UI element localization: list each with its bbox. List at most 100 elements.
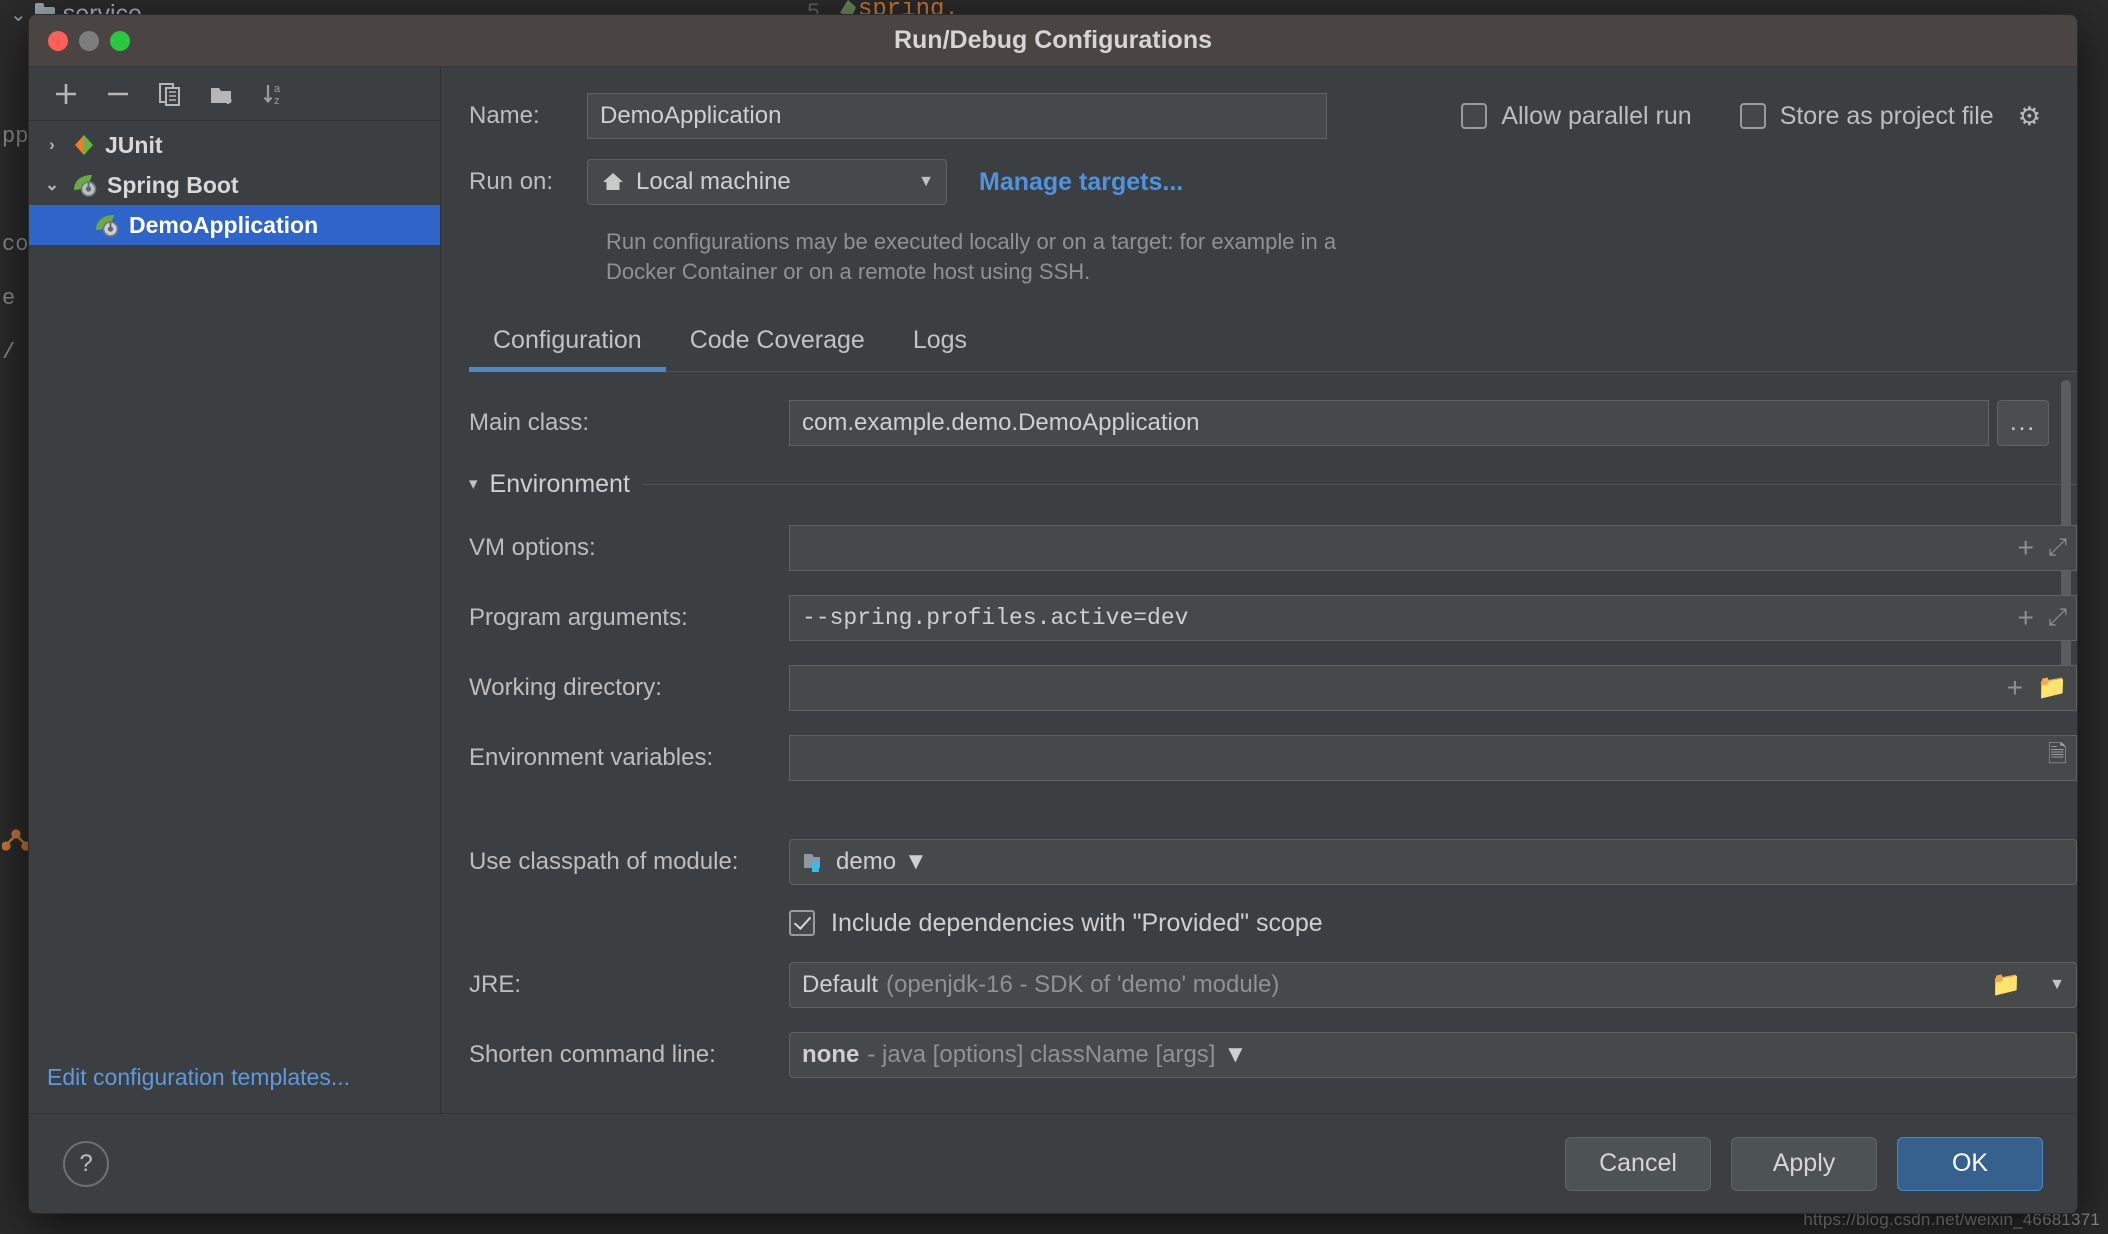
vm-options-label: VM options: [469, 533, 596, 561]
form-spacer [441, 805, 2077, 839]
new-folder-button[interactable] [199, 74, 245, 114]
chevron-right-icon[interactable]: › [41, 135, 63, 155]
program-arguments-label: Program arguments: [469, 603, 688, 631]
vm-options-input[interactable] [789, 524, 2077, 571]
main-class-browse-button[interactable]: ... [1997, 399, 2049, 446]
tab-configuration[interactable]: Configuration [469, 318, 666, 372]
expand-editor-icon[interactable]: ⤢ [2048, 534, 2067, 562]
edit-variables-icon[interactable]: 🗎 [2048, 737, 2067, 778]
tree-item-label: Spring Boot [107, 171, 239, 198]
configurations-panel: a z › JUnit ⌄ Spring Boot DemoApplicatio… [29, 67, 441, 1113]
environment-section-header[interactable]: ▾ Environment [441, 470, 2077, 499]
dialog-footer: ? Cancel Apply OK [29, 1113, 2077, 1213]
window-controls [29, 30, 130, 51]
left-panel-footer: Edit configuration templates... [29, 1048, 440, 1113]
run-on-row: Run on: Local machine ▼ Manage targets..… [441, 159, 2077, 205]
add-configuration-button[interactable] [43, 74, 89, 114]
spring-boot-icon [71, 171, 99, 199]
use-classpath-combo[interactable]: demo ▼ [789, 838, 2077, 885]
checkbox-box [1739, 103, 1766, 129]
ok-button[interactable]: OK [1897, 1136, 2043, 1191]
jre-combo[interactable]: Default (openjdk-16 - SDK of 'demo' modu… [789, 961, 2077, 1008]
run-on-combo[interactable]: Local machine ▼ [587, 159, 947, 205]
name-input[interactable]: DemoApplication [587, 93, 1327, 139]
tree-item-spring-boot[interactable]: ⌄ Spring Boot [29, 165, 440, 205]
working-directory-input[interactable] [789, 664, 2077, 711]
minimize-window-button[interactable] [79, 30, 99, 51]
sort-configurations-button[interactable]: a z [251, 74, 297, 114]
tree-item-label: JUnit [105, 131, 163, 158]
environment-variables-input[interactable] [789, 734, 2077, 781]
expand-editor-icon[interactable]: ⤢ [2048, 604, 2067, 632]
dialog-title: Run/Debug Configurations [893, 26, 1213, 54]
run-debug-configurations-dialog: Run/Debug Configurations a z › JUnit ⌄ S… [28, 14, 2078, 1214]
browse-folder-icon[interactable]: 📁 [2037, 673, 2067, 702]
chevron-down-icon: ⌄ [10, 4, 27, 26]
shorten-command-line-combo[interactable]: none - java [options] className [args] ▼ [789, 1031, 2077, 1078]
configuration-tabs: Configuration Code Coverage Logs [469, 318, 2077, 372]
use-classpath-row: Use classpath of module: demo ▼ [441, 838, 2077, 885]
main-class-row: Main class: com.example.demo.DemoApplica… [441, 399, 2077, 446]
chevron-down-icon: ▼ [904, 847, 928, 875]
program-arguments-input[interactable]: --spring.profiles.active=dev [789, 594, 2077, 641]
edit-configuration-templates-link[interactable]: Edit configuration templates... [47, 1064, 350, 1090]
tab-logs[interactable]: Logs [889, 318, 991, 371]
header-checkboxes: Allow parallel run Store as project file… [1461, 101, 2077, 132]
browse-jre-icon[interactable]: 📁 [1991, 970, 2021, 999]
dialog-titlebar[interactable]: Run/Debug Configurations [29, 15, 2077, 67]
help-button[interactable]: ? [63, 1140, 109, 1187]
cancel-button[interactable]: Cancel [1565, 1136, 1711, 1191]
program-arguments-row: Program arguments: --spring.profiles.act… [441, 594, 2077, 641]
remove-configuration-button[interactable] [95, 74, 141, 114]
working-directory-row: Working directory: + 📁 [441, 664, 2077, 711]
configuration-form: Main class: com.example.demo.DemoApplica… [441, 372, 2077, 1113]
chevron-down-icon: ▼ [1223, 1040, 1248, 1068]
checkbox-box [1461, 103, 1488, 129]
chevron-down-icon: ▼ [918, 173, 934, 190]
configuration-editor-panel: Name: DemoApplication Allow parallel run… [441, 67, 2077, 1113]
environment-variables-label: Environment variables: [469, 743, 714, 771]
tab-label: Logs [912, 325, 968, 354]
name-row: Name: DemoApplication Allow parallel run… [441, 93, 2077, 139]
insert-macro-icon[interactable]: + [2017, 532, 2033, 564]
shorten-command-line-label: Shorten command line: [469, 1040, 716, 1068]
name-input-value: DemoApplication [600, 102, 782, 129]
chevron-down-icon[interactable]: ⌄ [41, 175, 63, 195]
insert-macro-icon[interactable]: + [2017, 602, 2033, 634]
tree-item-label: DemoApplication [129, 211, 319, 238]
run-on-hint: Run configurations may be executed local… [606, 229, 1337, 285]
include-provided-scope-checkbox[interactable]: Include dependencies with "Provided" sco… [441, 909, 2077, 938]
store-as-project-file-checkbox[interactable]: Store as project file ⚙ [1739, 101, 2041, 132]
copy-configuration-button[interactable] [147, 74, 193, 114]
dialog-actions: Cancel Apply OK [1565, 1136, 2043, 1191]
gear-icon[interactable]: ⚙ [2018, 101, 2041, 132]
junit-icon [71, 132, 97, 158]
section-divider [641, 483, 2077, 485]
module-icon [802, 850, 828, 874]
allow-parallel-run-checkbox[interactable]: Allow parallel run [1461, 101, 1692, 131]
maximize-window-button[interactable] [110, 30, 130, 51]
name-label: Name: [469, 102, 540, 129]
home-icon [600, 169, 626, 195]
insert-macro-icon[interactable]: + [2007, 672, 2023, 704]
spring-bean-icon [2, 829, 30, 851]
allow-parallel-run-label: Allow parallel run [1501, 101, 1692, 130]
configurations-toolbar: a z [29, 67, 440, 121]
configuration-header: Name: DemoApplication Allow parallel run… [441, 67, 2077, 372]
svg-text:a: a [274, 83, 281, 95]
working-directory-label: Working directory: [469, 673, 662, 701]
manage-targets-link[interactable]: Manage targets... [979, 168, 1183, 197]
configurations-tree: › JUnit ⌄ Spring Boot DemoApplication [29, 121, 440, 1048]
chevron-down-icon[interactable]: ▼ [2049, 976, 2065, 994]
main-class-value: com.example.demo.DemoApplication [802, 408, 1200, 436]
tree-item-demoapplication[interactable]: DemoApplication [29, 205, 440, 245]
tab-label: Code Coverage [689, 325, 865, 354]
program-arguments-value: --spring.profiles.active=dev [802, 604, 1189, 631]
close-window-button[interactable] [48, 30, 68, 51]
use-classpath-label: Use classpath of module: [469, 847, 739, 875]
spring-boot-icon [93, 211, 121, 239]
apply-button[interactable]: Apply [1731, 1136, 1877, 1191]
main-class-input[interactable]: com.example.demo.DemoApplication [789, 399, 1989, 446]
tab-code-coverage[interactable]: Code Coverage [666, 318, 889, 371]
tree-item-junit[interactable]: › JUnit [29, 125, 440, 165]
